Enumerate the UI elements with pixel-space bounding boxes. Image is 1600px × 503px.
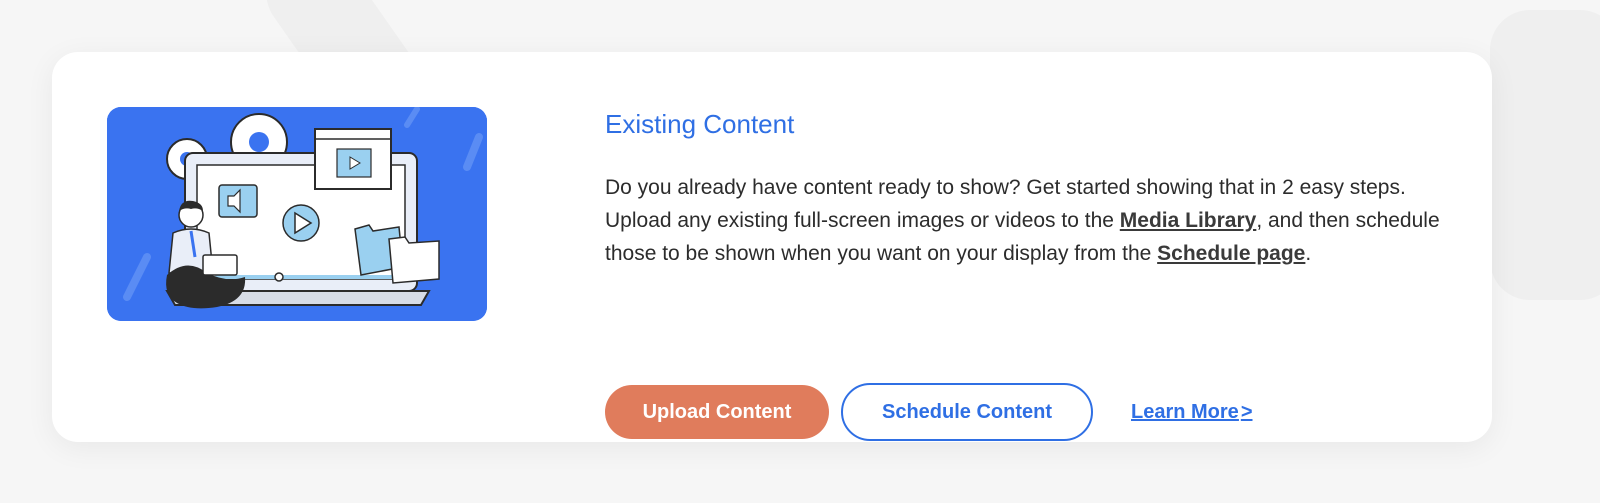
card-description: Do you already have content ready to sho… xyxy=(605,171,1445,270)
content-illustration xyxy=(107,107,487,321)
schedule-page-link[interactable]: Schedule page xyxy=(1157,242,1305,265)
card-title: Existing Content xyxy=(605,109,795,139)
chevron-right-icon: > xyxy=(1240,400,1253,423)
learn-more-link[interactable]: Learn More > xyxy=(1131,401,1253,424)
learn-more-label: Learn More xyxy=(1131,400,1239,423)
laptop-media-illustration-icon xyxy=(107,107,487,321)
media-library-link[interactable]: Media Library xyxy=(1120,209,1257,232)
upload-content-button[interactable]: Upload Content xyxy=(605,385,829,439)
description-text-3: . xyxy=(1305,242,1312,265)
content-panel: Existing Content Do you already have con… xyxy=(605,107,1445,441)
schedule-content-button[interactable]: Schedule Content xyxy=(841,383,1093,441)
existing-content-card: Existing Content Do you already have con… xyxy=(52,52,1492,442)
action-buttons: Upload Content Schedule Content Learn Mo… xyxy=(605,383,1253,441)
